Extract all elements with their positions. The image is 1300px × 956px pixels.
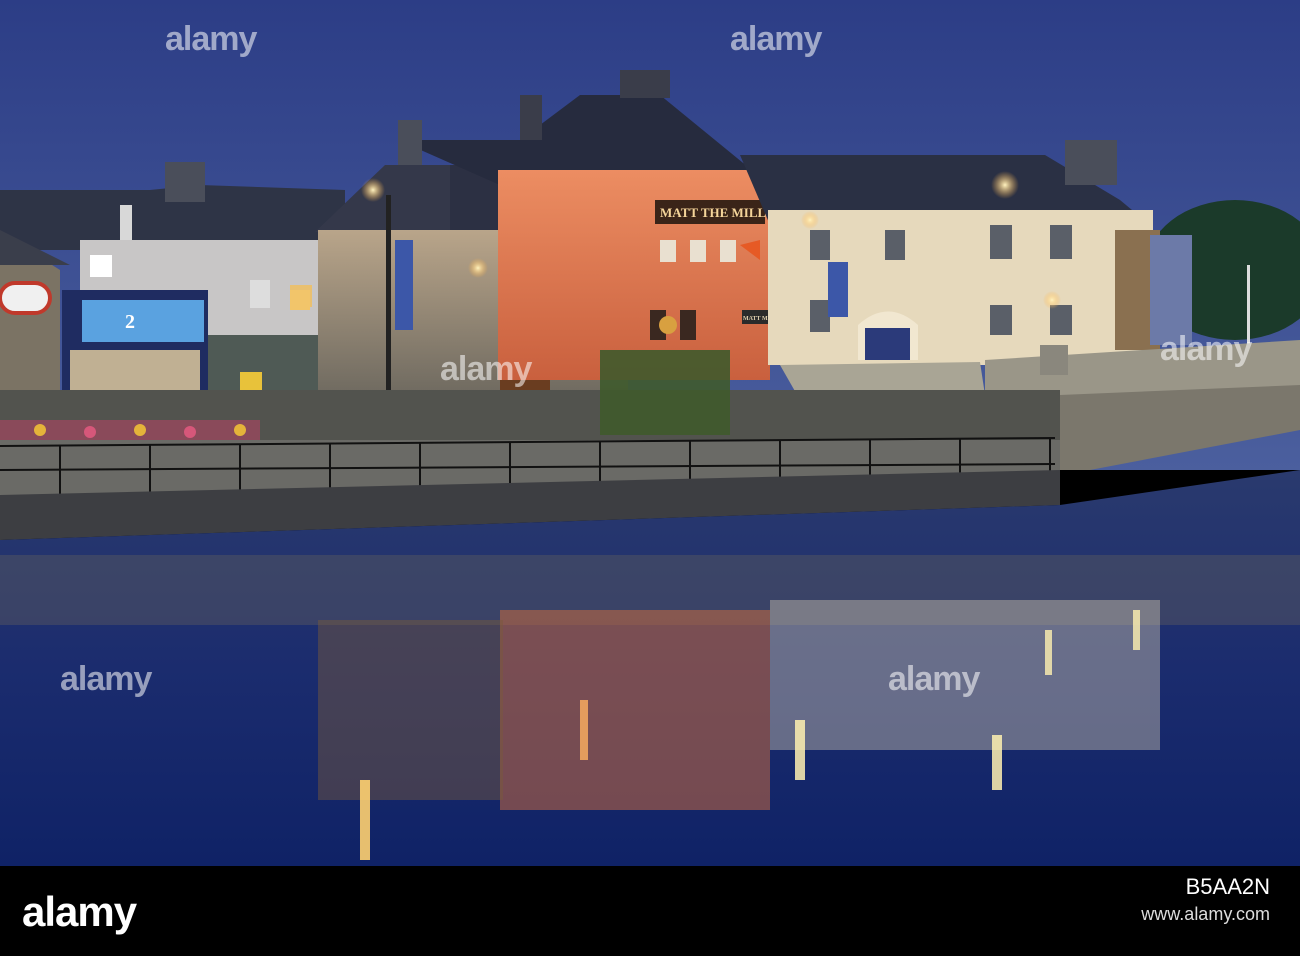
light-reflection [360,780,370,860]
watermark: alamy [60,660,152,698]
shop-sign-panel [82,300,204,342]
chimney [398,120,422,165]
lamp-glow [991,171,1019,199]
light-reflection [1133,610,1140,650]
watermark: alamy [1160,330,1252,368]
lamp-glow [801,211,819,229]
scene-illustration: 2 MATT THE MILLER'S MATT MILLERS [0,0,1300,866]
watermark: alamy [730,20,822,58]
window [680,310,696,340]
window [810,230,830,260]
shrub [600,350,730,435]
round-plaque [659,316,677,334]
shop-window [70,350,200,392]
light-reflection [795,720,805,780]
banner [828,262,848,317]
watermark: alamy [165,20,257,58]
window [660,240,676,262]
chimney [520,95,542,140]
window [990,225,1012,259]
window [810,300,830,332]
chimney [1065,140,1117,185]
window [720,240,736,262]
lit-window [290,290,310,310]
light-reflection [992,735,1002,790]
lamp-glow [1043,291,1061,309]
light-reflection [1045,630,1052,675]
lamp-post [386,195,391,395]
chimney-stack [620,70,670,98]
blue-door [865,328,910,360]
chimney [120,205,132,245]
banner [395,240,413,330]
window [990,305,1012,335]
window [1050,225,1072,259]
image-code: B5AA2N [1185,874,1270,899]
window [690,240,706,262]
pub-reflection [500,610,770,810]
window [90,255,112,277]
window [885,230,905,260]
chimney [165,162,205,202]
site-address: www.alamy.com [1141,904,1270,924]
stone-reflection [318,620,503,800]
footer-bar: alamy B5AA2N www.alamy.com [0,866,1300,956]
bridge-pillar [1040,345,1068,375]
mural [1150,235,1192,345]
shop-sign-text: 2 [125,311,135,333]
window [1050,305,1072,335]
alamy-logo: alamy [22,888,137,935]
photo-frame: 2 MATT THE MILLER'S MATT MILLERS alamy a… [0,0,1300,956]
yellow-box [240,372,262,390]
light-reflection [580,700,588,760]
round-sign [0,281,52,315]
riverside-photo: 2 MATT THE MILLER'S MATT MILLERS alamy a… [0,0,1300,866]
window [250,280,270,308]
watermark: alamy [888,660,980,698]
watermark: alamy [440,350,532,388]
street-lamp-glow [361,178,385,202]
